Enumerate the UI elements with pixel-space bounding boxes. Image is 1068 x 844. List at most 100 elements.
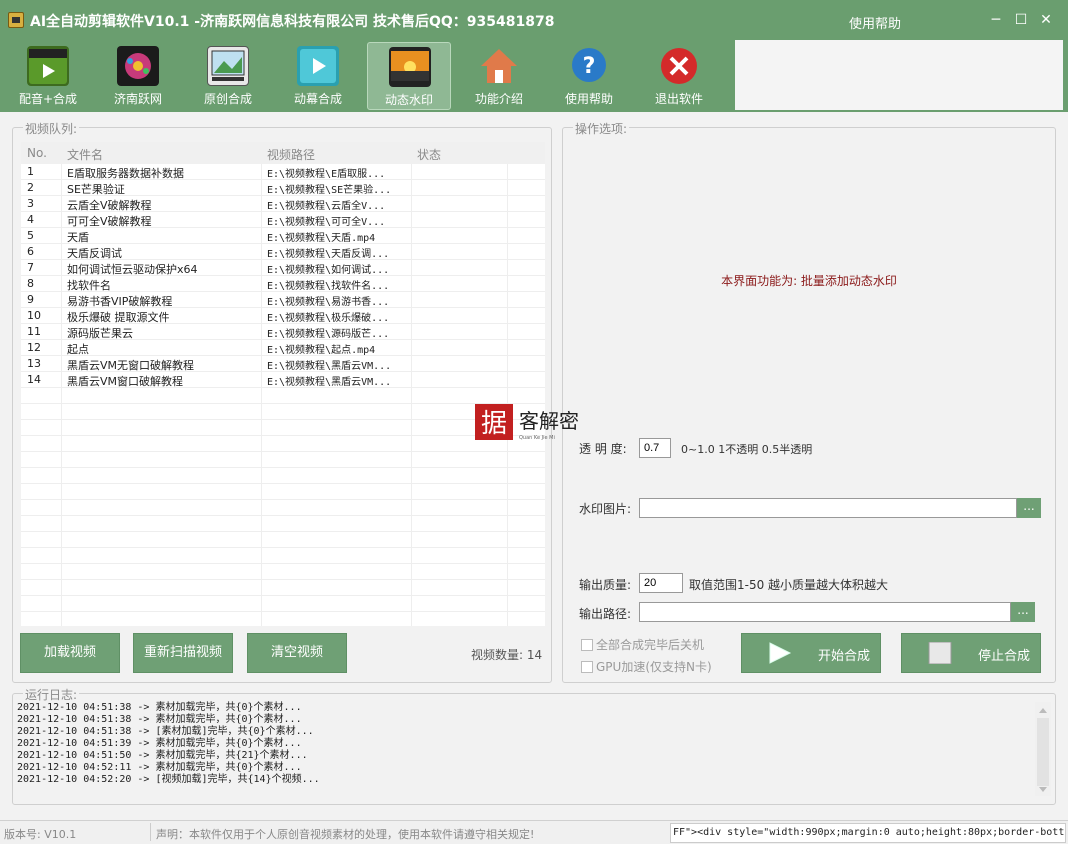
cell-path: E:\视频教程\源码版芒... <box>267 329 390 340</box>
browse-image-button[interactable]: ... <box>1017 498 1041 518</box>
tool-dub-merge[interactable]: 配音+合成 <box>6 42 90 110</box>
table-row[interactable] <box>21 484 545 500</box>
table-row[interactable] <box>21 468 545 484</box>
tool-dynamic-watermark[interactable]: 动态水印 <box>367 42 451 110</box>
column-header-name[interactable]: 文件名 <box>67 146 103 163</box>
help-icon: ? <box>568 46 610 86</box>
tool-original-merge[interactable]: 原创合成 <box>186 42 270 110</box>
opacity-input[interactable] <box>639 438 671 458</box>
table-row[interactable] <box>21 500 545 516</box>
tool-help[interactable]: ? 使用帮助 <box>547 42 631 110</box>
minimize-icon[interactable]: ─ <box>986 10 1006 30</box>
cell-path: E:\视频教程\天盾反调... <box>267 249 390 260</box>
table-row[interactable] <box>21 404 545 420</box>
quality-hint: 取值范围1-50 越小质量越大体积越大 <box>689 578 889 592</box>
table-row[interactable] <box>21 388 545 404</box>
quality-input[interactable] <box>639 573 683 593</box>
table-row[interactable]: 1 E盾取服务器数据补数据 E:\视频教程\E盾取服... <box>21 164 545 180</box>
table-row[interactable] <box>21 516 545 532</box>
browse-output-button[interactable]: ... <box>1011 602 1035 622</box>
output-path-input[interactable] <box>639 602 1011 622</box>
start-merge-label: 开始合成 <box>818 649 871 664</box>
help-link[interactable]: 使用帮助 <box>849 13 901 32</box>
table-row[interactable] <box>21 548 545 564</box>
watermark-image-label: 水印图片: <box>579 502 632 516</box>
load-video-button[interactable]: 加载视频 <box>20 633 120 673</box>
close-icon[interactable]: ✕ <box>1036 10 1056 30</box>
column-header-no[interactable]: No. <box>27 146 47 160</box>
gpu-checkbox[interactable]: GPU加速(仅支持N卡) <box>581 658 712 675</box>
shutdown-checkbox[interactable]: 全部合成完毕后关机 <box>581 636 704 653</box>
log-output[interactable]: 2021-12-10 04:51:38 -> 素材加载完毕，共{0}个素材...… <box>17 702 1035 798</box>
cell-path: E:\视频教程\易游书香... <box>267 297 390 308</box>
tool-features[interactable]: 功能介绍 <box>457 42 541 110</box>
watermark-logo: 据 客解密 Quan Ke Jie Mi <box>473 402 593 442</box>
status-code-field[interactable]: FF"><div style="width:990px;margin:0 aut… <box>670 823 1066 843</box>
table-row[interactable]: 4 可可全V破解教程 E:\视频教程\可可全V... <box>21 212 545 228</box>
output-path-label: 输出路径: <box>579 607 632 621</box>
cell-no: 4 <box>27 213 34 226</box>
log-line: 2021-12-10 04:51:38 -> 素材加载完毕，共{0}个素材... <box>17 702 302 713</box>
table-row[interactable]: 3 云盾全V破解教程 E:\视频教程\云盾全V... <box>21 196 545 212</box>
status-bar: 版本号: V10.1 声明：本软件仅用于个人原创音视频素材的处理，使用本软件请遵… <box>0 820 1068 844</box>
tool-exit[interactable]: 退出软件 <box>637 42 721 110</box>
video-table[interactable]: No. 文件名 视频路径 状态 1 E盾取服务器数据补数据 E:\视频教程\E盾取服… <box>21 142 545 626</box>
table-row[interactable]: 12 起点 E:\视频教程\起点.mp4 <box>21 340 545 356</box>
film-reel-icon <box>117 46 159 86</box>
maximize-icon[interactable]: ☐ <box>1011 10 1031 30</box>
stop-merge-button[interactable]: 停止合成 <box>901 633 1041 673</box>
table-row[interactable] <box>21 532 545 548</box>
log-line: 2021-12-10 04:52:11 -> 素材加载完毕，共{0}个素材... <box>17 762 302 773</box>
cell-name: 天盾反调试 <box>67 247 122 260</box>
table-row[interactable]: 13 黑盾云VM无窗口破解教程 E:\视频教程\黑盾云VM... <box>21 356 545 372</box>
shutdown-label: 全部合成完毕后关机 <box>596 638 705 652</box>
watermark-image-input[interactable] <box>639 498 1017 518</box>
table-row[interactable]: 2 SE芒果验证 E:\视频教程\SE芒果验... <box>21 180 545 196</box>
column-header-path[interactable]: 视频路径 <box>267 146 315 163</box>
table-row[interactable] <box>21 596 545 612</box>
cell-no: 12 <box>27 341 41 354</box>
window-title: AI全自动剪辑软件V10.1 -济南跃网信息科技有限公司 技术售后QQ：9354… <box>30 14 555 30</box>
toolbar: 配音+合成 济南跃网 原创合成 动幕合成 动态水印 功能介绍 ? 使用帮助 退出… <box>0 40 1068 112</box>
table-row[interactable]: 7 如何调试恒云驱动保护x64 E:\视频教程\如何调试... <box>21 260 545 276</box>
tool-jinan-yuewang[interactable]: 济南跃网 <box>96 42 180 110</box>
rescan-video-button[interactable]: 重新扫描视频 <box>133 633 233 673</box>
table-row[interactable]: 10 极乐爆破 提取源文件 E:\视频教程\极乐爆破... <box>21 308 545 324</box>
table-row[interactable] <box>21 452 545 468</box>
table-row[interactable]: 14 黑盾云VM窗口破解教程 E:\视频教程\黑盾云VM... <box>21 372 545 388</box>
clear-video-button[interactable]: 清空视频 <box>247 633 347 673</box>
table-row[interactable]: 8 找软件名 E:\视频教程\找软件名... <box>21 276 545 292</box>
options-group: 操作选项: 本界面功能为: 批量添加动态水印 透 明 度: 0~1.0 1不透明… <box>562 120 1056 683</box>
tool-motion-merge[interactable]: 动幕合成 <box>276 42 360 110</box>
table-row[interactable] <box>21 612 545 626</box>
table-row[interactable] <box>21 436 545 452</box>
cell-name: 天盾 <box>67 231 89 244</box>
tool-label: 原创合成 <box>203 92 252 106</box>
log-group: 运行日志: 2021-12-10 04:51:38 -> 素材加载完毕，共{0}… <box>12 686 1056 805</box>
start-merge-button[interactable]: 开始合成 <box>741 633 881 673</box>
cell-name: 源码版芒果云 <box>67 327 133 340</box>
table-row[interactable]: 9 易游书香VIP破解教程 E:\视频教程\易游书香... <box>21 292 545 308</box>
table-row[interactable]: 6 天盾反调试 E:\视频教程\天盾反调... <box>21 244 545 260</box>
table-row[interactable] <box>21 420 545 436</box>
main-area: 视频队列: No. 文件名 视频路径 状态 1 E盾取服务器数据补数据 E:\视频教… <box>0 112 1068 820</box>
app-icon <box>8 12 24 28</box>
table-row[interactable] <box>21 580 545 596</box>
cell-path: E:\视频教程\极乐爆破... <box>267 313 390 324</box>
table-header: No. 文件名 视频路径 状态 <box>21 142 545 164</box>
cell-path: E:\视频教程\天盾.mp4 <box>267 233 376 244</box>
app-window: AI全自动剪辑软件V10.1 -济南跃网信息科技有限公司 技术售后QQ：9354… <box>0 0 1068 844</box>
table-row[interactable]: 11 源码版芒果云 E:\视频教程\源码版芒... <box>21 324 545 340</box>
table-row[interactable]: 5 天盾 E:\视频教程\天盾.mp4 <box>21 228 545 244</box>
cell-path: E:\视频教程\黑盾云VM... <box>267 361 392 372</box>
checkbox-box <box>581 639 593 651</box>
cell-name: SE芒果验证 <box>67 183 125 196</box>
gpu-label: GPU加速(仅支持N卡) <box>596 660 712 674</box>
table-row[interactable] <box>21 564 545 580</box>
column-header-status[interactable]: 状态 <box>417 146 441 163</box>
tool-label: 济南跃网 <box>113 92 162 106</box>
log-scrollbar[interactable] <box>1035 702 1051 796</box>
quality-label: 输出质量: <box>579 578 632 592</box>
video-count: 视频数量: 14 <box>471 648 543 662</box>
tool-label: 退出软件 <box>654 92 703 106</box>
